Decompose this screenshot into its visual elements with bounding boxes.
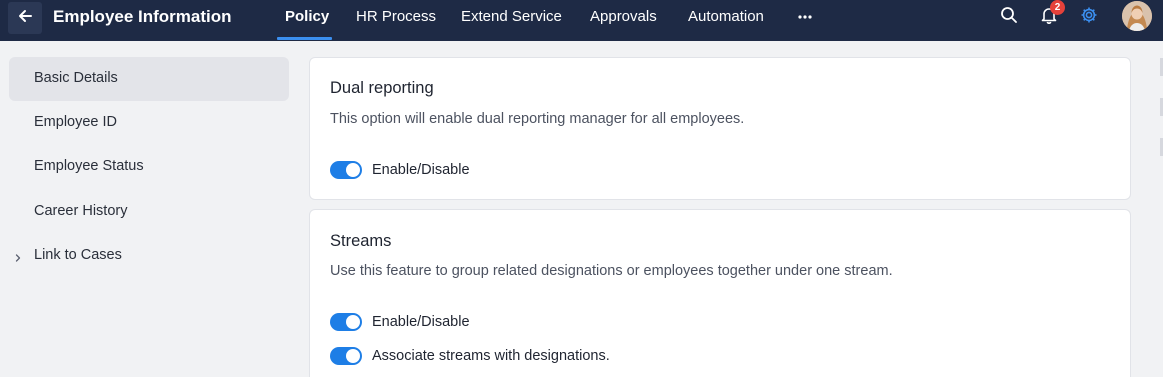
more-tabs-button[interactable] — [797, 7, 813, 23]
sidebar-item-employee-id[interactable]: Employee ID — [9, 101, 289, 145]
settings-button[interactable] — [1078, 6, 1100, 28]
toggle-knob — [346, 163, 360, 177]
sidebar-item-basic-details[interactable]: Basic Details — [9, 57, 289, 101]
toggle-knob — [346, 349, 360, 363]
dual-reporting-title: Dual reporting — [330, 79, 434, 97]
active-tab-indicator — [277, 37, 332, 40]
streams-enable-toggle[interactable] — [330, 313, 362, 331]
tab-policy[interactable]: Policy — [285, 8, 329, 25]
dual-reporting-description: This option will enable dual reporting m… — [330, 111, 745, 127]
dual-reporting-enable-toggle[interactable] — [330, 161, 362, 179]
streams-card: Streams Use this feature to group relate… — [309, 209, 1131, 377]
dual-reporting-toggle-row: Enable/Disable — [330, 160, 470, 180]
sidebar-item-employee-status[interactable]: Employee Status — [9, 145, 289, 189]
tab-approvals[interactable]: Approvals — [590, 8, 657, 25]
sidebar-item-label: Employee ID — [34, 114, 118, 130]
tab-automation[interactable]: Automation — [688, 8, 764, 25]
toggle-label: Enable/Disable — [372, 314, 470, 330]
arrow-left-icon — [17, 8, 33, 29]
tab-hr-process[interactable]: HR Process — [356, 8, 436, 25]
more-horizontal-icon — [798, 6, 812, 24]
gear-icon — [1080, 6, 1098, 29]
dual-reporting-card: Dual reporting This option will enable d… — [309, 57, 1131, 200]
sidebar-item-career-history[interactable]: Career History — [9, 190, 289, 234]
toggle-label: Associate streams with designations. — [372, 348, 610, 364]
user-avatar[interactable] — [1122, 1, 1152, 31]
associate-streams-toggle[interactable] — [330, 347, 362, 365]
sidebar-item-label: Career History — [34, 203, 128, 219]
sidebar-item-label: Link to Cases — [34, 247, 122, 263]
back-button[interactable] — [8, 2, 42, 34]
search-button[interactable] — [998, 6, 1020, 28]
app-title: Employee Information — [53, 7, 232, 26]
top-bar: Employee Information Policy HR Process E… — [0, 0, 1163, 41]
streams-description: Use this feature to group related design… — [330, 263, 893, 279]
notification-count-badge: 2 — [1050, 0, 1065, 15]
sidebar-item-label: Basic Details — [34, 70, 118, 86]
chevron-right-icon — [13, 250, 23, 262]
tab-extend-service[interactable]: Extend Service — [461, 8, 562, 25]
streams-toggle-row: Enable/Disable — [330, 312, 470, 332]
sidebar-item-label: Employee Status — [34, 158, 144, 174]
toggle-knob — [346, 315, 360, 329]
streams-designations-toggle-row: Associate streams with designations. — [330, 346, 610, 366]
search-icon — [1000, 6, 1018, 29]
streams-title: Streams — [330, 232, 392, 250]
sidebar-item-link-to-cases[interactable]: Link to Cases — [9, 234, 289, 278]
toggle-label: Enable/Disable — [372, 162, 470, 178]
